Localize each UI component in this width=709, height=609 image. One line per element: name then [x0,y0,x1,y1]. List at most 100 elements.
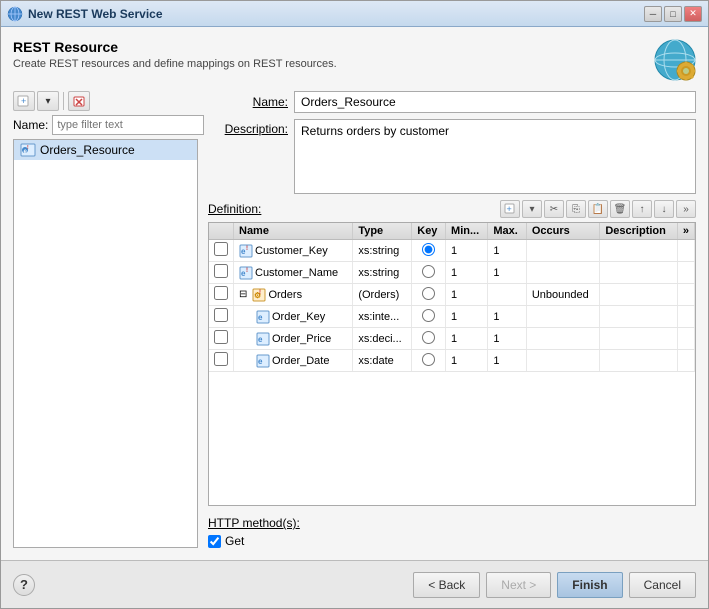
tree-item-orders-resource[interactable]: e ! Orders_Resource [14,140,197,160]
cell-key [412,350,446,372]
cell-max: 1 [488,328,526,350]
description-textarea[interactable]: Returns orders by customer [294,119,696,194]
cancel-button[interactable]: Cancel [629,572,696,598]
cell-name: e Order_Date [234,350,353,372]
row-checkbox[interactable] [214,330,228,344]
collapse-icon[interactable]: ⊟ [239,289,247,300]
cell-occurs: Unbounded [526,284,600,306]
field-icon: e [256,354,270,368]
cell-more [677,306,694,328]
svg-text:!: ! [246,268,248,274]
table-row: e ! Customer_Key xs:string 1 1 [209,240,695,262]
minimize-button[interactable]: ─ [644,6,662,22]
key-radio[interactable] [422,243,435,256]
cell-desc [600,284,678,306]
cell-type: xs:string [353,240,412,262]
key-radio[interactable] [422,287,435,300]
left-toolbar: + ▾ [13,91,198,111]
definition-table: Name Type Key Min... Max. Occurs Descrip… [208,222,696,506]
cell-min: 1 [446,284,488,306]
cell-desc [600,328,678,350]
col-more: » [677,223,694,240]
cell-max: 1 [488,306,526,328]
table-row: e Order_Key xs:inte... 1 1 [209,306,695,328]
tree-item-label: Orders_Resource [40,143,135,157]
window-title: New REST Web Service [28,7,163,21]
next-button[interactable]: Next > [486,572,551,598]
svg-text:e: e [258,357,263,366]
cell-min: 1 [446,306,488,328]
cell-min: 1 [446,350,488,372]
def-move-up-button[interactable]: ↑ [632,200,652,218]
name-row: Name: [13,115,198,135]
def-cut-button[interactable]: ✂ [544,200,564,218]
key-radio[interactable] [422,309,435,322]
finish-button[interactable]: Finish [557,572,622,598]
row-checkbox[interactable] [214,286,228,300]
name-field-input[interactable] [294,91,696,113]
cell-more [677,350,694,372]
col-type: Type [353,223,412,240]
key-radio[interactable] [422,353,435,366]
filter-input[interactable] [52,115,204,135]
cell-more [677,284,694,306]
cell-max: 1 [488,350,526,372]
cell-max [488,284,526,306]
header-section: REST Resource Create REST resources and … [13,39,696,81]
cell-min: 1 [446,328,488,350]
main-window: New REST Web Service ─ □ ✕ REST Resource… [0,0,709,609]
key-radio[interactable] [422,331,435,344]
toolbar-divider [63,92,64,110]
cell-occurs [526,328,600,350]
row-checkbox[interactable] [214,264,228,278]
cell-occurs [526,262,600,284]
cell-more [677,262,694,284]
bottom-bar: ? < Back Next > Finish Cancel [1,560,708,608]
def-move-down-button[interactable]: ↓ [654,200,674,218]
def-paste-button[interactable]: 📋 [588,200,608,218]
resource-tree: e ! Orders_Resource [13,139,198,548]
content-area: REST Resource Create REST resources and … [1,27,708,560]
field-icon: e [256,310,270,324]
add-resource-button[interactable]: + [13,91,35,111]
def-dropdown-button[interactable]: ▾ [522,200,542,218]
back-button[interactable]: < Back [413,572,480,598]
cell-key [412,240,446,262]
cell-type: xs:inte... [353,306,412,328]
cell-desc [600,262,678,284]
globe-icon [654,39,696,81]
col-min: Min... [446,223,488,240]
maximize-button[interactable]: □ [664,6,682,22]
def-delete-button[interactable]: 🗑 [610,200,630,218]
title-bar: New REST Web Service ─ □ ✕ [1,1,708,27]
col-name: Name [234,223,353,240]
field-icon: e ! [239,266,253,280]
bottom-right: < Back Next > Finish Cancel [413,572,696,598]
row-checkbox[interactable] [214,352,228,366]
name-field-label: Name: [208,95,288,109]
delete-resource-button[interactable] [68,91,90,111]
get-checkbox[interactable] [208,535,221,548]
cell-type: xs:string [353,262,412,284]
table-row: e Order_Date xs:date 1 1 [209,350,695,372]
main-split: + ▾ Name: [13,91,696,548]
def-copy-button[interactable]: ⎘ [566,200,586,218]
left-panel: + ▾ Name: [13,91,198,548]
resource-tree-icon: e ! [20,142,36,158]
row-checkbox[interactable] [214,242,228,256]
cell-max: 1 [488,262,526,284]
dropdown-arrow-button[interactable]: ▾ [37,91,59,111]
description-field-row: Description: Returns orders by customer [208,119,696,194]
cell-type: xs:date [353,350,412,372]
key-radio[interactable] [422,265,435,278]
get-method-row: Get [208,534,696,548]
help-button[interactable]: ? [13,574,35,596]
svg-text:e: e [258,313,263,322]
row-checkbox[interactable] [214,308,228,322]
def-more-button[interactable]: » [676,200,696,218]
cell-name: e ! Customer_Name [234,262,353,284]
def-add-button[interactable]: + [500,200,520,218]
page-title: REST Resource [13,39,337,55]
close-button[interactable]: ✕ [684,6,702,22]
field-icon: e [256,332,270,346]
